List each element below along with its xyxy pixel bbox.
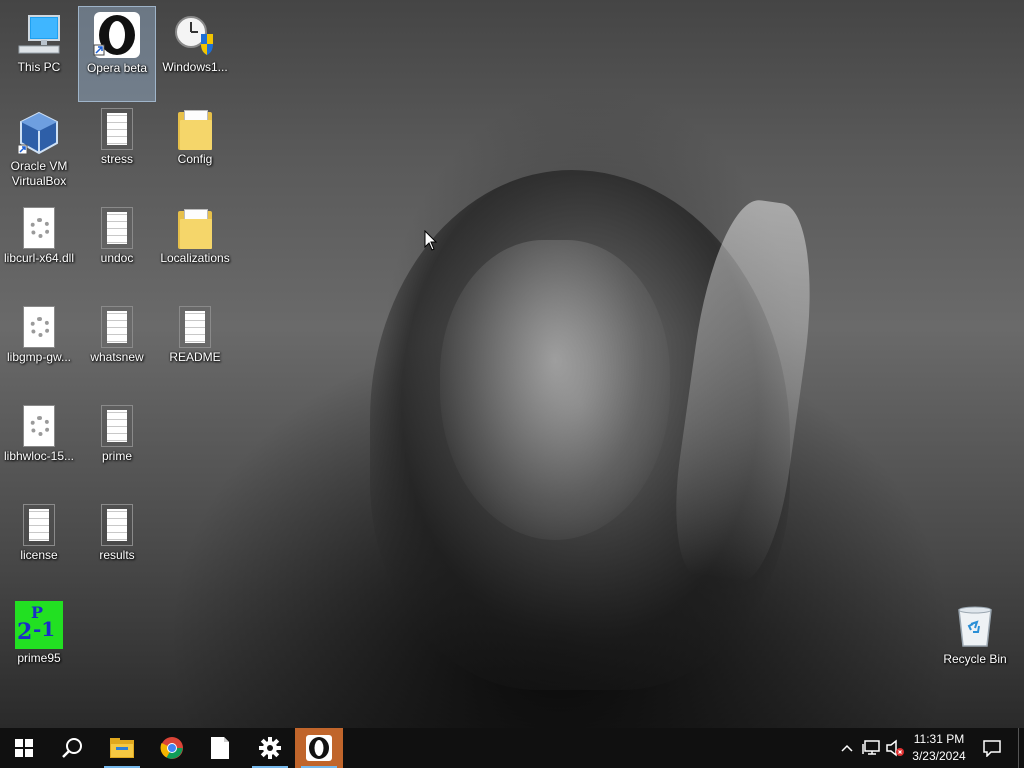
- search-button[interactable]: [48, 728, 96, 768]
- notepad-taskbar-button[interactable]: [196, 728, 244, 768]
- whatsnew-file[interactable]: whatsnew: [78, 303, 156, 399]
- text-document-icon: [101, 504, 133, 546]
- windows-update-label: Windows1...: [162, 60, 228, 74]
- opera-beta-label: Opera beta: [86, 61, 148, 75]
- undoc-file[interactable]: undoc: [78, 204, 156, 300]
- prime-file[interactable]: prime: [78, 402, 156, 498]
- libhwloc-dll-file[interactable]: libhwloc-15...: [0, 402, 78, 498]
- libcurl-label: libcurl-x64.dll: [3, 251, 75, 265]
- notepad-document-icon: [211, 737, 229, 759]
- license-file[interactable]: license: [0, 501, 78, 597]
- dll-file-icon: [23, 405, 55, 447]
- readme-label: README: [169, 350, 221, 364]
- wallpaper-face: [440, 240, 670, 540]
- notification-icon: [983, 740, 1001, 757]
- libhwloc-label: libhwloc-15...: [3, 449, 75, 463]
- opera-beta-shortcut[interactable]: Opera beta: [78, 6, 156, 102]
- opera-logo-icon: [93, 11, 141, 59]
- folder-icon: [178, 209, 212, 249]
- undoc-label: undoc: [100, 251, 134, 265]
- mouse-cursor-icon: [424, 229, 438, 257]
- config-folder[interactable]: Config: [156, 105, 234, 201]
- computer-monitor-icon: [15, 10, 63, 58]
- folder-icon: [178, 110, 212, 150]
- chrome-icon: [160, 737, 183, 759]
- show-hidden-icons-button[interactable]: [836, 728, 858, 768]
- recycle-bin-label: Recycle Bin: [943, 652, 1007, 666]
- prime95-app[interactable]: 2 P -1 prime95: [0, 598, 78, 694]
- text-document-icon: [23, 504, 55, 546]
- network-tray-button[interactable]: [860, 728, 882, 768]
- localizations-label: Localizations: [160, 251, 230, 265]
- network-icon: [862, 740, 880, 755]
- opera-taskbar-button[interactable]: [295, 728, 343, 768]
- localizations-folder[interactable]: Localizations: [156, 204, 234, 300]
- libcurl-dll-file[interactable]: libcurl-x64.dll: [0, 204, 78, 300]
- chevron-up-icon: [841, 744, 853, 752]
- recycle-bin-icon: [951, 602, 999, 650]
- text-document-icon: [179, 306, 211, 348]
- virtualbox-cube-icon: [15, 109, 63, 157]
- text-document-icon: [101, 405, 133, 447]
- text-document-icon: [101, 306, 133, 348]
- settings-taskbar-button[interactable]: [246, 728, 294, 768]
- prime95-label: prime95: [17, 651, 61, 665]
- dll-file-icon: [23, 306, 55, 348]
- virtualbox-label: Oracle VM VirtualBox: [10, 159, 68, 188]
- windows-update-shortcut[interactable]: Windows1...: [156, 6, 234, 102]
- libgmp-dll-file[interactable]: libgmp-gw...: [0, 303, 78, 399]
- opera-icon: [306, 735, 332, 761]
- clock-shield-icon: [171, 10, 219, 58]
- whatsnew-label: whatsnew: [90, 350, 144, 364]
- text-document-icon: [101, 108, 133, 150]
- dll-file-icon: [23, 207, 55, 249]
- file-explorer-taskbar-button[interactable]: [98, 728, 146, 768]
- desktop[interactable]: This PC Oracle VM VirtualBox libcurl-x64…: [0, 0, 1024, 728]
- prime95-logo-icon: 2 P -1: [15, 601, 63, 649]
- results-label: results: [99, 548, 135, 562]
- file-explorer-icon: [110, 738, 134, 758]
- this-pc-icon[interactable]: This PC: [0, 6, 78, 102]
- clock-time: 11:31 PM: [913, 732, 965, 746]
- settings-gear-icon: [259, 737, 281, 759]
- virtualbox-shortcut[interactable]: Oracle VM VirtualBox: [0, 105, 78, 201]
- libgmp-label: libgmp-gw...: [6, 350, 72, 364]
- start-button[interactable]: [0, 728, 48, 768]
- license-label: license: [20, 548, 58, 562]
- text-document-icon: [101, 207, 133, 249]
- recycle-bin[interactable]: Recycle Bin: [936, 598, 1014, 694]
- search-icon: [62, 738, 82, 758]
- config-label: Config: [177, 152, 213, 166]
- results-file[interactable]: results: [78, 501, 156, 597]
- show-desktop-button[interactable]: [1018, 728, 1024, 768]
- readme-file[interactable]: README: [156, 303, 234, 399]
- clock-date: 3/23/2024: [912, 749, 966, 763]
- stress-file[interactable]: stress: [78, 105, 156, 201]
- this-pc-label: This PC: [17, 60, 61, 74]
- stress-label: stress: [100, 152, 133, 166]
- taskbar: 11:31 PM 3/23/2024: [0, 728, 1024, 768]
- prime-label: prime: [101, 449, 132, 463]
- windows-start-icon: [15, 739, 33, 757]
- chrome-taskbar-button[interactable]: [148, 728, 196, 768]
- volume-muted-icon: [886, 739, 904, 757]
- notifications-button[interactable]: [980, 728, 1004, 768]
- clock-button[interactable]: 11:31 PM 3/23/2024: [903, 728, 975, 768]
